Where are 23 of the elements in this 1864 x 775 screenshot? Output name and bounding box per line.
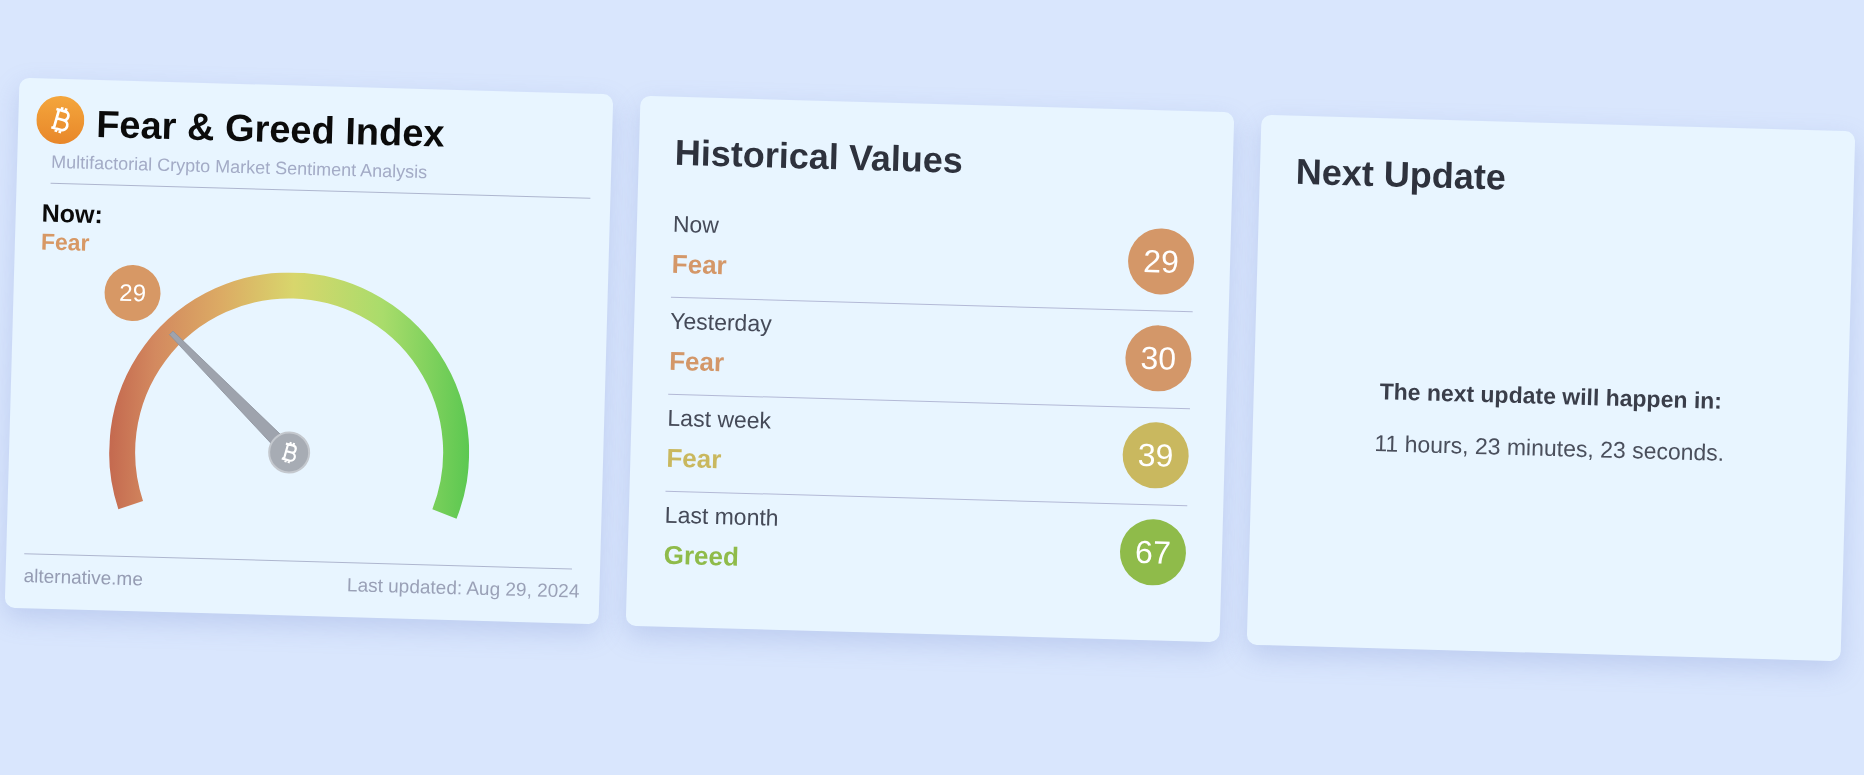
history-period: Now: [672, 209, 720, 241]
history-classification: Greed: [663, 538, 740, 574]
score-badge: 39: [1121, 421, 1190, 490]
last-updated-text: Last updated: Aug 29, 2024: [346, 573, 580, 604]
history-classification: Fear: [671, 247, 728, 283]
gauge-value-badge: 29: [103, 264, 162, 323]
countdown-text: 11 hours, 23 minutes, 23 seconds.: [1374, 429, 1725, 468]
now-classification: Fear: [40, 227, 90, 257]
score-badge: 30: [1124, 324, 1193, 393]
score-badge: 29: [1127, 227, 1195, 296]
update-heading: The next update will happen in:: [1379, 377, 1723, 416]
score-badge: 67: [1119, 518, 1187, 587]
history-classification: Fear: [665, 441, 722, 477]
history-period: Yesterday: [669, 306, 773, 339]
history-period: Last month: [664, 500, 779, 533]
source-text: alternative.me: [23, 564, 144, 592]
card-title: Historical Values: [674, 130, 964, 183]
card-title: Next Update: [1295, 149, 1507, 200]
history-classification: Fear: [668, 344, 725, 380]
history-period: Last week: [667, 403, 772, 436]
now-label: Now:: [41, 197, 104, 229]
bitcoin-icon: [35, 95, 85, 145]
bitcoin-icon: [268, 431, 311, 474]
